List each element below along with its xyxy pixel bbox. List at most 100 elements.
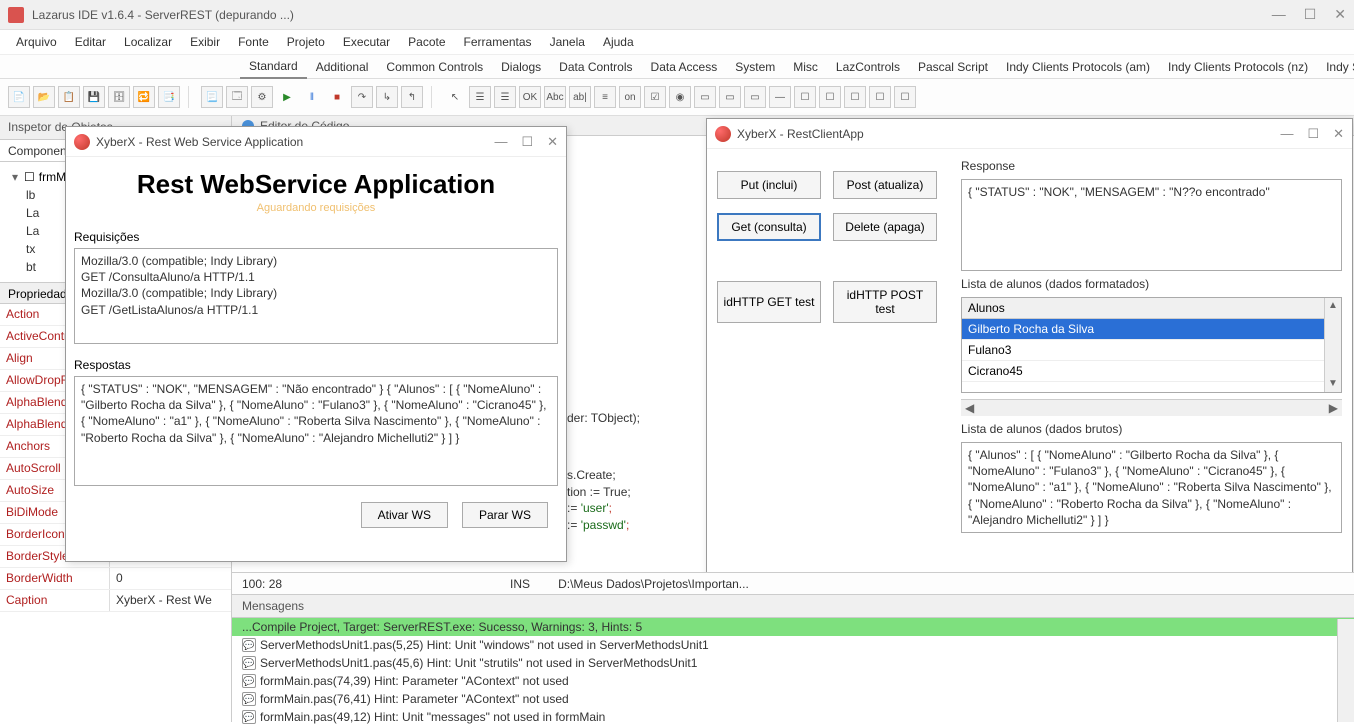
grid-vscrollbar[interactable]: ▲ ▼: [1324, 298, 1341, 392]
mode-icon[interactable]: ⚙: [251, 86, 273, 108]
property-value[interactable]: 0: [110, 568, 231, 589]
menu-ferramentas[interactable]: Ferramentas: [460, 33, 536, 51]
palette-tmemo[interactable]: ≡: [594, 86, 616, 108]
server-titlebar[interactable]: XyberX - Rest Web Service Application — …: [66, 127, 566, 157]
save-icon[interactable]: 💾: [83, 86, 105, 108]
new-unit-icon[interactable]: 📄: [8, 86, 30, 108]
hint-message[interactable]: 💬formMain.pas(49,12) Hint: Unit "message…: [232, 708, 1354, 726]
step-over-icon[interactable]: ↷: [351, 86, 373, 108]
responses-memo[interactable]: { "STATUS" : "NOK", "MENSAGEM" : "Não en…: [74, 376, 558, 486]
menu-executar[interactable]: Executar: [339, 33, 394, 51]
client-maximize-button[interactable]: ☐: [1307, 126, 1319, 142]
client-titlebar[interactable]: XyberX - RestClientApp — ☐ ✕: [707, 119, 1352, 149]
palette-tpopupmenu[interactable]: ☰: [494, 86, 516, 108]
component-tab[interactable]: Pascal Script: [909, 56, 997, 78]
new-form-icon[interactable]: 📋: [58, 86, 80, 108]
menu-editar[interactable]: Editar: [71, 33, 110, 51]
palette-tactionlist[interactable]: ☐: [894, 86, 916, 108]
palette-tbutton[interactable]: OK: [519, 86, 541, 108]
collapse-icon[interactable]: ▾: [10, 170, 20, 184]
component-tab[interactable]: Dialogs: [492, 56, 550, 78]
messages-scrollbar[interactable]: [1337, 619, 1354, 722]
grid-hscrollbar[interactable]: ◀▶: [961, 399, 1342, 416]
pause-icon[interactable]: ‖: [301, 86, 323, 108]
component-tab[interactable]: Additional: [307, 56, 378, 78]
palette-tlistbox[interactable]: ▭: [694, 86, 716, 108]
palette-tgroupbox[interactable]: —: [769, 86, 791, 108]
hint-message[interactable]: 💬ServerMethodsUnit1.pas(45,6) Hint: Unit…: [232, 654, 1354, 672]
palette-tcheckgroup[interactable]: ☐: [819, 86, 841, 108]
run-icon[interactable]: ▶: [276, 86, 298, 108]
component-tab[interactable]: Data Access: [642, 56, 727, 78]
server-maximize-button[interactable]: ☐: [521, 134, 533, 150]
compile-message[interactable]: ...Compile Project, Target: ServerREST.e…: [232, 618, 1354, 636]
menu-arquivo[interactable]: Arquivo: [12, 33, 61, 51]
palette-tcheckbox[interactable]: ☑: [644, 86, 666, 108]
scroll-up-icon[interactable]: ▲: [1325, 298, 1341, 314]
component-tab[interactable]: LazControls: [827, 56, 909, 78]
palette-tframe[interactable]: ☐: [869, 86, 891, 108]
menu-exibir[interactable]: Exibir: [186, 33, 224, 51]
grid-header[interactable]: Alunos: [962, 298, 1324, 319]
alunos-grid[interactable]: Alunos Gilberto Rocha da Silva Fulano3 C…: [961, 297, 1342, 393]
palette-tmainmenu[interactable]: ☰: [469, 86, 491, 108]
server-minimize-button[interactable]: —: [494, 134, 507, 150]
client-minimize-button[interactable]: —: [1280, 126, 1293, 142]
raw-memo[interactable]: { "Alunos" : [ { "NomeAluno" : "Gilberto…: [961, 442, 1342, 533]
stop-icon[interactable]: ■: [326, 86, 348, 108]
palette-tpanel[interactable]: ☐: [844, 86, 866, 108]
view-units-icon[interactable]: 📃: [201, 86, 223, 108]
grid-row[interactable]: Gilberto Rocha da Silva: [962, 319, 1324, 340]
requests-memo[interactable]: Mozilla/3.0 (compatible; Indy Library)GE…: [74, 248, 558, 344]
property-row[interactable]: CaptionXyberX - Rest We: [0, 590, 231, 612]
post-button[interactable]: Post (atualiza): [833, 171, 937, 199]
hint-message[interactable]: 💬formMain.pas(76,41) Hint: Parameter "AC…: [232, 690, 1354, 708]
menu-localizar[interactable]: Localizar: [120, 33, 176, 51]
put-button[interactable]: Put (inclui): [717, 171, 821, 199]
server-close-button[interactable]: ✕: [547, 134, 558, 150]
delete-button[interactable]: Delete (apaga): [833, 213, 937, 241]
grid-row[interactable]: Cicrano45: [962, 361, 1324, 382]
pointer-icon[interactable]: ↖: [444, 86, 466, 108]
palette-tradiobutton[interactable]: ◉: [669, 86, 691, 108]
palette-tedit[interactable]: ab|: [569, 86, 591, 108]
component-tab[interactable]: Indy Clients Protocols (nz): [1159, 56, 1317, 78]
menu-ajuda[interactable]: Ajuda: [599, 33, 638, 51]
hint-message[interactable]: 💬formMain.pas(74,39) Hint: Parameter "AC…: [232, 672, 1354, 690]
component-tab[interactable]: Standard: [240, 55, 307, 79]
menu-pacote[interactable]: Pacote: [404, 33, 449, 51]
start-ws-button[interactable]: Ativar WS: [361, 502, 448, 528]
close-button[interactable]: ✕: [1334, 6, 1346, 23]
idhttp-post-button[interactable]: idHTTP POST test: [833, 281, 937, 323]
component-tab[interactable]: Indy Clients Protocols (am): [997, 56, 1159, 78]
menu-janela[interactable]: Janela: [546, 33, 589, 51]
get-button[interactable]: Get (consulta): [717, 213, 821, 241]
property-row[interactable]: BorderWidth0: [0, 568, 231, 590]
palette-tscrollbar[interactable]: ▭: [744, 86, 766, 108]
menu-projeto[interactable]: Projeto: [283, 33, 329, 51]
scroll-down-icon[interactable]: ▼: [1325, 376, 1341, 392]
palette-tradiogroup[interactable]: ☐: [794, 86, 816, 108]
property-value[interactable]: XyberX - Rest We: [110, 590, 231, 611]
palette-tlabel[interactable]: Abc: [544, 86, 566, 108]
step-into-icon[interactable]: ↳: [376, 86, 398, 108]
stop-ws-button[interactable]: Parar WS: [462, 502, 548, 528]
menu-fonte[interactable]: Fonte: [234, 33, 273, 51]
save-all-icon[interactable]: 🗄: [108, 86, 130, 108]
minimize-button[interactable]: —: [1272, 6, 1286, 23]
idhttp-get-button[interactable]: idHTTP GET test: [717, 281, 821, 323]
component-tab[interactable]: Common Controls: [377, 56, 492, 78]
component-tab[interactable]: System: [726, 56, 784, 78]
component-tab[interactable]: Indy Servers Pr...: [1317, 56, 1354, 78]
view-forms-icon[interactable]: 🗔: [226, 86, 248, 108]
hint-message[interactable]: 💬ServerMethodsUnit1.pas(5,25) Hint: Unit…: [232, 636, 1354, 654]
toggle-form-icon[interactable]: 🔁: [133, 86, 155, 108]
response-memo[interactable]: { "STATUS" : "NOK", "MENSAGEM" : "N??o e…: [961, 179, 1342, 271]
client-close-button[interactable]: ✕: [1333, 126, 1344, 142]
grid-row[interactable]: Fulano3: [962, 340, 1324, 361]
step-out-icon[interactable]: ↰: [401, 86, 423, 108]
open-icon[interactable]: 📂: [33, 86, 55, 108]
palette-ttogglebox[interactable]: on: [619, 86, 641, 108]
units-icon[interactable]: 📑: [158, 86, 180, 108]
palette-tcombobox[interactable]: ▭: [719, 86, 741, 108]
